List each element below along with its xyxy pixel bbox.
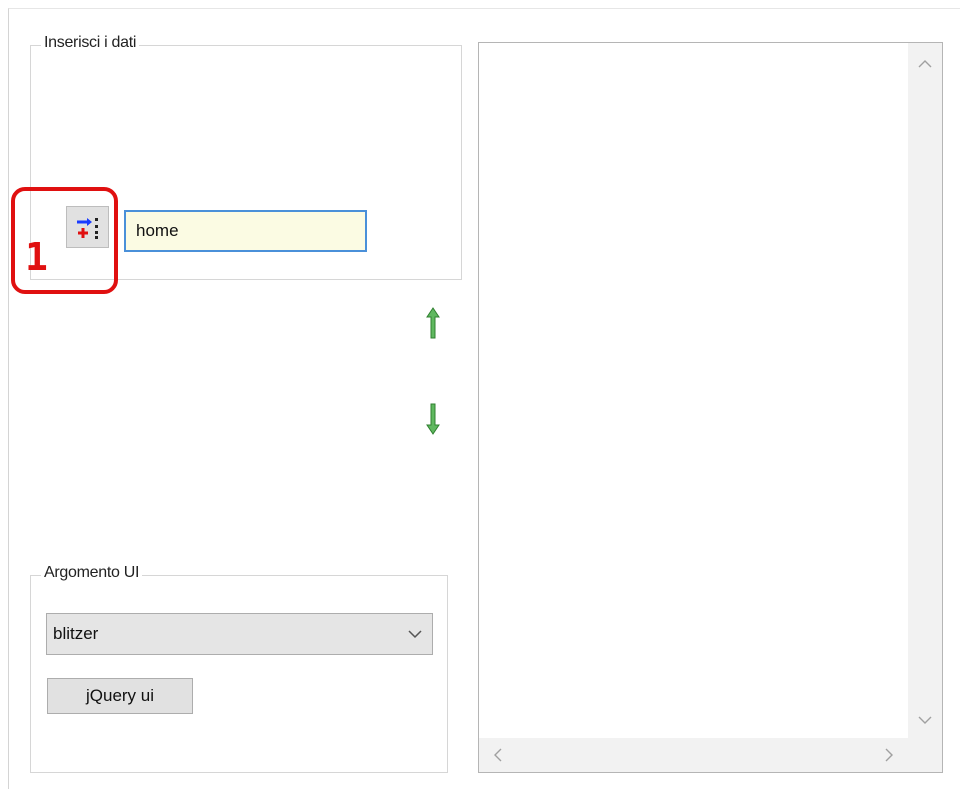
annotation-number: 1 bbox=[25, 235, 48, 279]
vertical-scrollbar[interactable] bbox=[908, 43, 942, 739]
scroll-down-button[interactable] bbox=[916, 711, 934, 729]
theme-select-value: blitzer bbox=[53, 624, 99, 643]
move-up-button[interactable] bbox=[425, 306, 441, 340]
arrow-up-icon bbox=[426, 307, 440, 339]
chevron-down-icon bbox=[918, 716, 932, 724]
items-listbox[interactable] bbox=[478, 42, 943, 773]
chevron-left-icon bbox=[494, 748, 502, 762]
chevron-up-icon bbox=[918, 60, 932, 68]
scroll-left-button[interactable] bbox=[489, 746, 507, 764]
scroll-right-button[interactable] bbox=[880, 746, 898, 764]
input-group-legend: Inserisci i dati bbox=[41, 34, 140, 52]
theme-groupbox: Argomento UI bbox=[30, 564, 448, 773]
horizontal-scrollbar[interactable] bbox=[479, 738, 908, 772]
theme-group-legend: Argomento UI bbox=[41, 564, 143, 582]
theme-select[interactable]: blitzer bbox=[46, 613, 433, 655]
jquery-ui-button[interactable]: jQuery ui bbox=[47, 678, 193, 714]
chevron-down-icon bbox=[408, 630, 422, 639]
scrollbar-corner bbox=[908, 738, 942, 772]
data-input-field[interactable] bbox=[124, 210, 367, 252]
move-down-button[interactable] bbox=[425, 402, 441, 436]
scroll-up-button[interactable] bbox=[916, 55, 934, 73]
arrow-down-icon bbox=[426, 403, 440, 435]
chevron-right-icon bbox=[885, 748, 893, 762]
